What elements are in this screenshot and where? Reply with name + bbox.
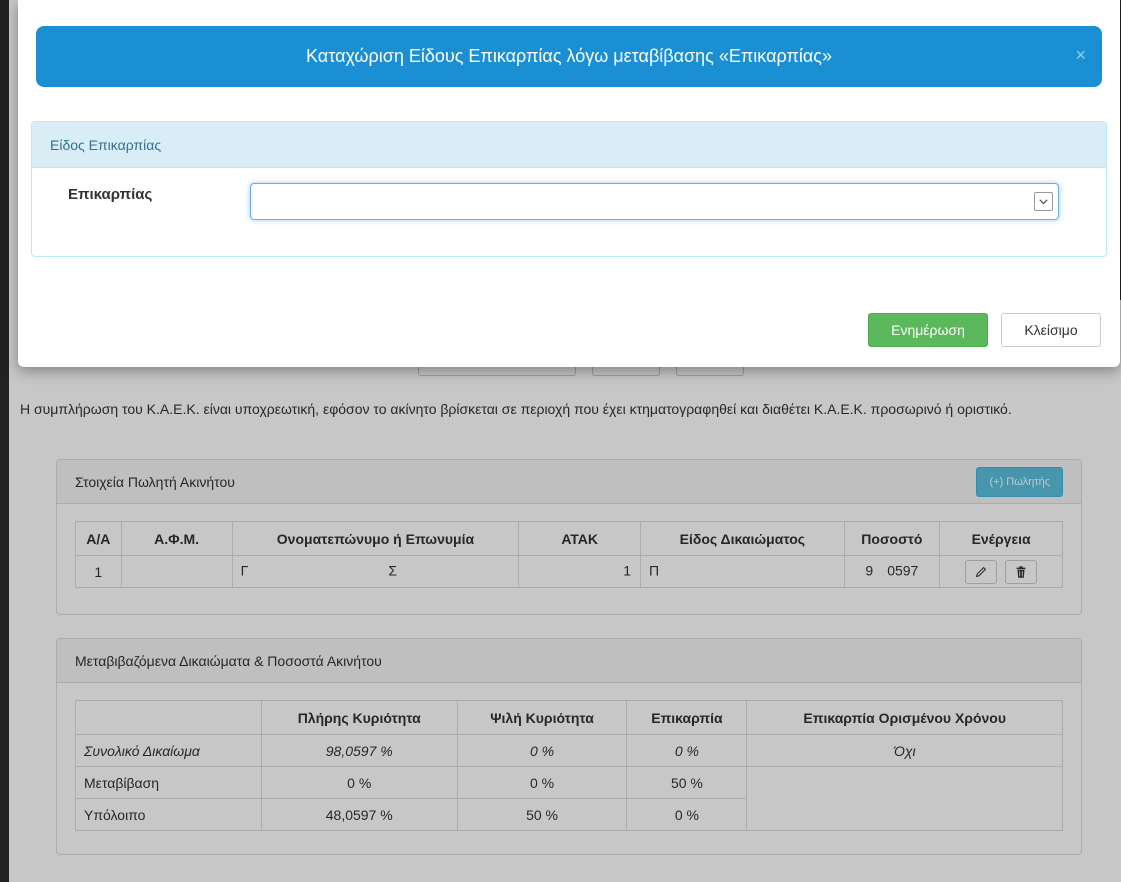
chevron-down-icon[interactable]	[1034, 192, 1053, 211]
modal-header: Καταχώριση Είδους Επικαρπίας λόγω μεταβί…	[36, 26, 1102, 87]
close-icon[interactable]: ×	[1075, 46, 1086, 64]
usufruct-modal: Καταχώριση Είδους Επικαρπίας λόγω μεταβί…	[18, 0, 1120, 367]
usufruct-type-heading: Είδος Επικαρπίας	[32, 122, 1106, 168]
update-button[interactable]: Ενημέρωση	[868, 313, 988, 347]
close-button[interactable]: Κλείσιμο	[1001, 313, 1101, 347]
modal-title: Καταχώριση Είδους Επικαρπίας λόγω μεταβί…	[306, 46, 832, 66]
usufruct-field-label: Επικαρπίας	[68, 186, 153, 203]
usufruct-type-select[interactable]	[250, 183, 1059, 220]
